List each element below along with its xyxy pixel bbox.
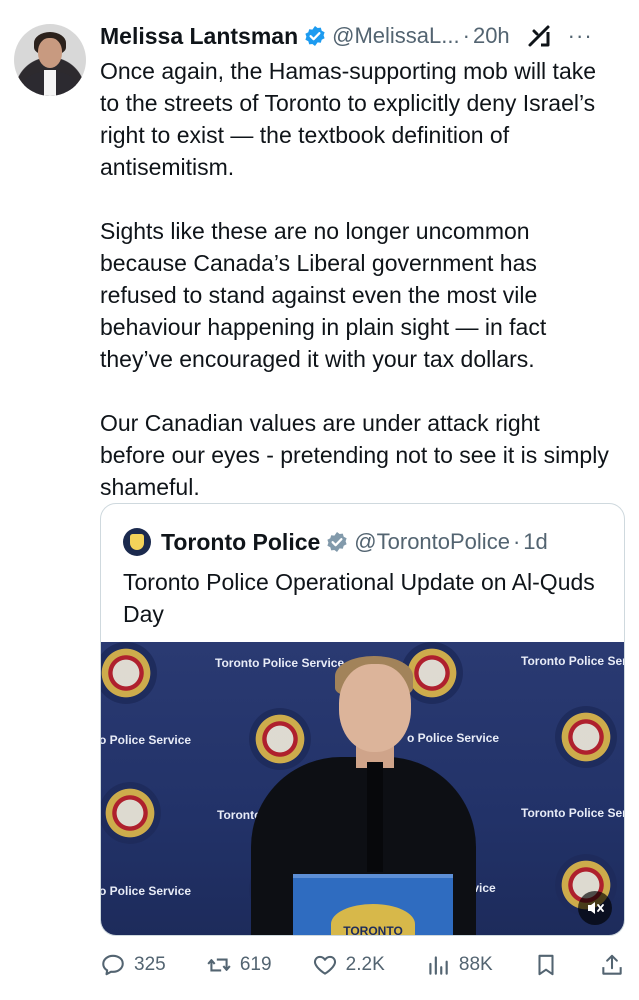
tweet-body: Once again, the Hamas-supporting mob wil…: [100, 55, 610, 535]
reply-icon: [102, 954, 124, 976]
quoted-author-avatar: [123, 528, 151, 556]
like-button[interactable]: 2.2K: [312, 952, 385, 978]
crest-logo: [101, 782, 161, 844]
share-button[interactable]: [599, 952, 625, 978]
bookmark-button[interactable]: [533, 952, 559, 978]
author-name[interactable]: Melissa Lantsman: [100, 23, 298, 50]
repost-button[interactable]: 619: [206, 952, 272, 978]
quoted-tweet[interactable]: Toronto Police @TorontoPolice · 1d Toron…: [100, 503, 625, 936]
separator-dot: ·: [462, 23, 470, 48]
tweet-time[interactable]: 20h: [473, 23, 510, 49]
tweet-paragraph: Sights like these are no longer uncommon…: [100, 218, 547, 372]
quoted-tweet-text: Toronto Police Operational Update on Al-…: [123, 569, 595, 627]
backdrop-label: o Police Service: [101, 884, 192, 898]
crest-logo: [101, 642, 157, 704]
views-button[interactable]: 88K: [425, 952, 493, 978]
tweet: Melissa Lantsman @MelissaL... · 20h ··· …: [0, 0, 639, 1000]
views-count: 88K: [458, 954, 493, 975]
verified-badge-icon: [326, 531, 348, 553]
crest-logo: [555, 706, 617, 768]
share-icon: [602, 954, 622, 975]
backdrop-label: Toronto Police Service: [215, 656, 345, 670]
quoted-author-handle: @TorontoPolice: [354, 529, 510, 554]
like-count: 2.2K: [345, 954, 385, 975]
more-icon[interactable]: ···: [568, 23, 593, 49]
tweet-paragraph: Once again, the Hamas-supporting mob wil…: [100, 58, 597, 180]
action-bar: 325 619 2.2K 88K: [100, 945, 625, 985]
officer-tie: [367, 762, 383, 872]
like-icon: [313, 955, 336, 975]
reply-count: 325: [134, 954, 166, 975]
verified-badge-icon: [304, 25, 326, 47]
reply-button[interactable]: 325: [100, 952, 166, 978]
author-avatar[interactable]: [14, 24, 86, 96]
quoted-author-name: Toronto Police: [161, 528, 321, 555]
podium-label: TORONTO: [343, 924, 403, 936]
tweet-paragraph: Our Canadian values are under attack rig…: [100, 410, 609, 500]
bookmark-icon: [538, 954, 554, 976]
tweet-header: Melissa Lantsman @MelissaL... · 20h ···: [100, 18, 625, 54]
officer-head: [339, 664, 411, 752]
grok-icon[interactable]: [524, 21, 554, 51]
separator-dot: ·: [512, 529, 521, 554]
author-handle[interactable]: @MelissaL...: [332, 23, 459, 49]
backdrop-label: Toronto Police Ser: [521, 654, 625, 668]
backdrop-label: Toronto Police Ser: [521, 806, 625, 820]
repost-icon: [207, 958, 231, 972]
quoted-video[interactable]: Toronto Police Service Toronto Police Se…: [101, 642, 625, 936]
crest-logo: [249, 708, 311, 770]
backdrop-label: o Police Service: [101, 733, 192, 747]
repost-count: 619: [239, 954, 272, 975]
quoted-tweet-header: Toronto Police @TorontoPolice · 1d: [123, 526, 548, 558]
views-icon: [429, 956, 448, 975]
quoted-tweet-time: 1d: [523, 529, 548, 554]
avatar-face: [38, 38, 62, 68]
backdrop-label: o Police Service: [407, 731, 500, 745]
avatar-shirt: [44, 70, 56, 96]
mute-icon[interactable]: [578, 891, 612, 925]
